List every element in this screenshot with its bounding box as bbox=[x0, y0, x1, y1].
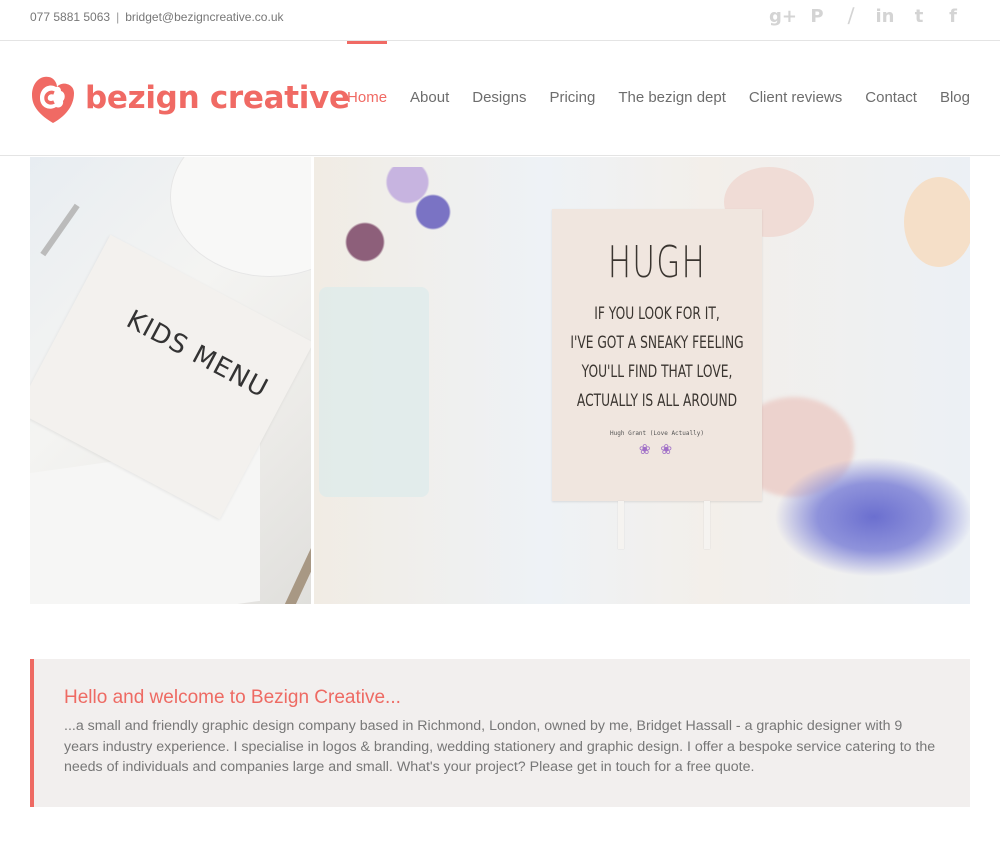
linkedin-icon[interactable]: in bbox=[868, 6, 902, 27]
logo[interactable]: bezign creative bbox=[30, 71, 350, 125]
blurred-flowers bbox=[774, 457, 970, 577]
sign-quote-line: I've got a sneaky feeling bbox=[570, 333, 744, 353]
phone-number: 077 5881 5063 bbox=[30, 10, 111, 24]
sign-quote-line: If you look for it, bbox=[594, 304, 720, 324]
wedding-sign-photo: HUGH If you look for it, I've got a snea… bbox=[314, 157, 970, 604]
site-header: bezign creative Home About Designs Prici… bbox=[0, 41, 1000, 156]
easel-leg bbox=[704, 501, 710, 549]
welcome-heading: Hello and welcome to Bezign Creative... bbox=[64, 687, 401, 708]
google-plus-icon[interactable]: g+ bbox=[766, 6, 800, 27]
logo-text: bezign creative bbox=[85, 80, 350, 116]
nav-home[interactable]: Home bbox=[347, 41, 388, 155]
nav-blog[interactable]: Blog bbox=[940, 41, 970, 155]
twitter-icon[interactable]: t bbox=[902, 6, 936, 27]
glass-jar bbox=[319, 287, 429, 497]
rss-icon[interactable]: ⧸ bbox=[834, 6, 868, 27]
easel bbox=[614, 501, 714, 551]
nav-designs[interactable]: Designs bbox=[472, 41, 526, 155]
welcome-box: Hello and welcome to Bezign Creative... … bbox=[30, 659, 970, 807]
fork bbox=[40, 203, 80, 257]
plate bbox=[170, 157, 311, 277]
easel-leg bbox=[618, 501, 624, 549]
sign-quote: If you look for it, I've got a sneaky fe… bbox=[560, 300, 754, 416]
lavender-sprig-icon: ❀ ❀ bbox=[638, 441, 676, 457]
welcome-body: ...a small and friendly graphic design c… bbox=[64, 718, 936, 775]
separator: | bbox=[116, 10, 120, 24]
knife bbox=[280, 505, 311, 604]
email-link[interactable]: bridget@bezigncreative.co.uk bbox=[125, 10, 283, 24]
quote-sign: HUGH If you look for it, I've got a snea… bbox=[552, 209, 762, 501]
sign-quote-line: actually is all around bbox=[576, 391, 738, 411]
rose bbox=[904, 177, 970, 267]
logo-heart-icon bbox=[32, 76, 74, 123]
sign-quote-line: you'll find that love, bbox=[581, 362, 733, 382]
nav-pricing[interactable]: Pricing bbox=[549, 41, 595, 155]
nav-bezign-dept[interactable]: The bezign dept bbox=[618, 41, 726, 155]
facebook-icon[interactable]: f bbox=[936, 6, 970, 27]
contact-info: 077 5881 5063 | bridget@bezigncreative.co.… bbox=[30, 10, 284, 24]
nav-about[interactable]: About bbox=[410, 41, 449, 155]
hero-banner: KIDS MENU HUGH If you look for it, I've … bbox=[30, 157, 970, 604]
pinterest-icon[interactable]: P bbox=[800, 6, 834, 27]
kids-menu-photo: KIDS MENU bbox=[30, 157, 311, 604]
menu-card-title: KIDS MENU bbox=[121, 304, 274, 405]
main-nav: Home About Designs Pricing The bezign de… bbox=[324, 41, 970, 155]
sign-name: HUGH bbox=[607, 237, 707, 288]
top-bar: 077 5881 5063 | bridget@bezigncreative.co.… bbox=[0, 0, 1000, 41]
flowers bbox=[314, 167, 484, 317]
sign-credit: Hugh Grant (Love Actually) bbox=[610, 430, 704, 437]
nav-contact[interactable]: Contact bbox=[865, 41, 917, 155]
nav-client-reviews[interactable]: Client reviews bbox=[749, 41, 842, 155]
social-links: g+ P ⧸ in t f bbox=[766, 6, 970, 27]
